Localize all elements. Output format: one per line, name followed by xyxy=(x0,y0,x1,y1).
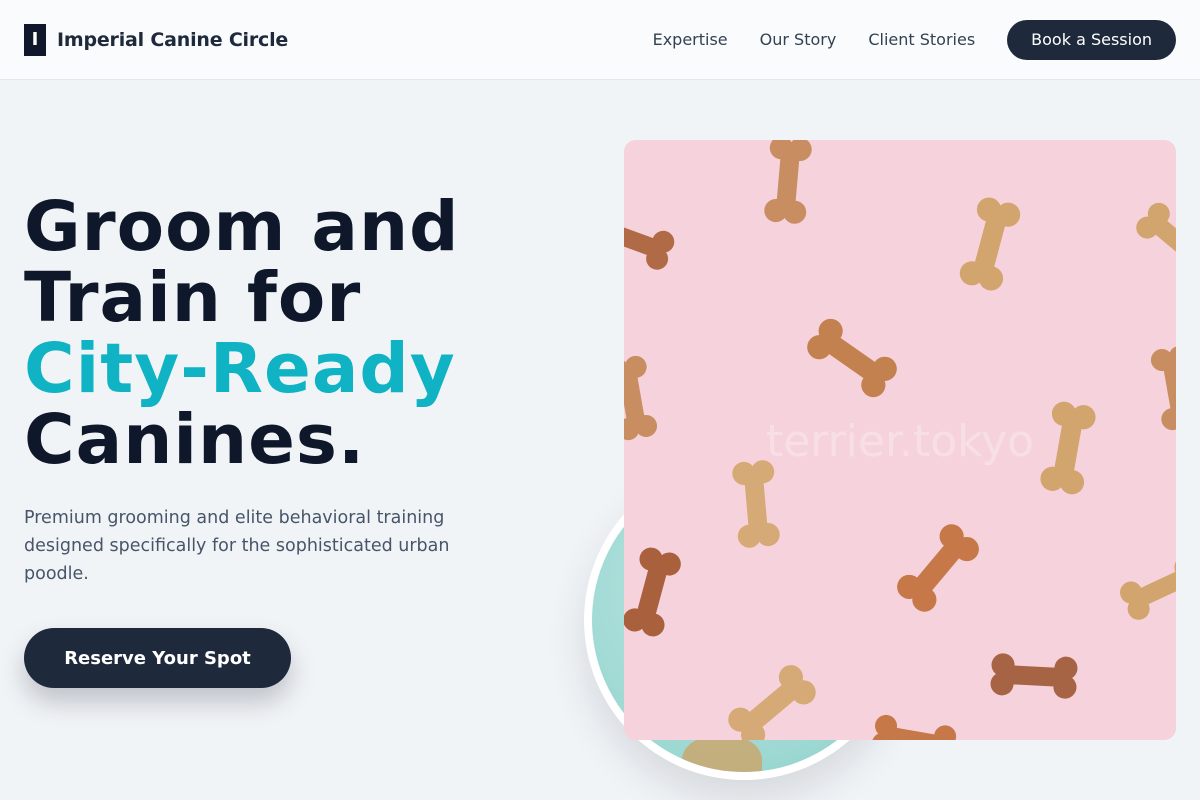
book-session-button[interactable]: Book a Session xyxy=(1007,19,1176,60)
brand-name: Imperial Canine Circle xyxy=(57,28,289,51)
site-header: I Imperial Canine Circle Expertise Our S… xyxy=(0,0,1200,80)
watermark-text: terrier.tokyo xyxy=(765,416,1035,467)
nav-link-expertise[interactable]: Expertise xyxy=(653,30,728,49)
hero-title-accent: City-Ready xyxy=(24,329,456,409)
reserve-spot-button[interactable]: Reserve Your Spot xyxy=(24,628,291,688)
hero-title-line: Groom and xyxy=(24,187,460,267)
dog-biscuits-photo: terrier.tokyo xyxy=(624,140,1176,740)
brand-mark-icon: I xyxy=(24,23,46,56)
hero-title: Groom and Train for City-Ready Canines. xyxy=(24,192,584,476)
nav-link-our-story[interactable]: Our Story xyxy=(760,30,837,49)
hero-title-line: Train for xyxy=(24,258,362,338)
main-nav: Expertise Our Story Client Stories Book … xyxy=(653,19,1176,60)
hero-subtitle: Premium grooming and elite behavioral tr… xyxy=(24,508,450,584)
hero-title-line: Canines. xyxy=(24,400,366,480)
brand-logo[interactable]: I Imperial Canine Circle xyxy=(24,23,289,56)
nav-link-client-stories[interactable]: Client Stories xyxy=(868,30,975,49)
dog-fur-shape xyxy=(682,736,762,772)
